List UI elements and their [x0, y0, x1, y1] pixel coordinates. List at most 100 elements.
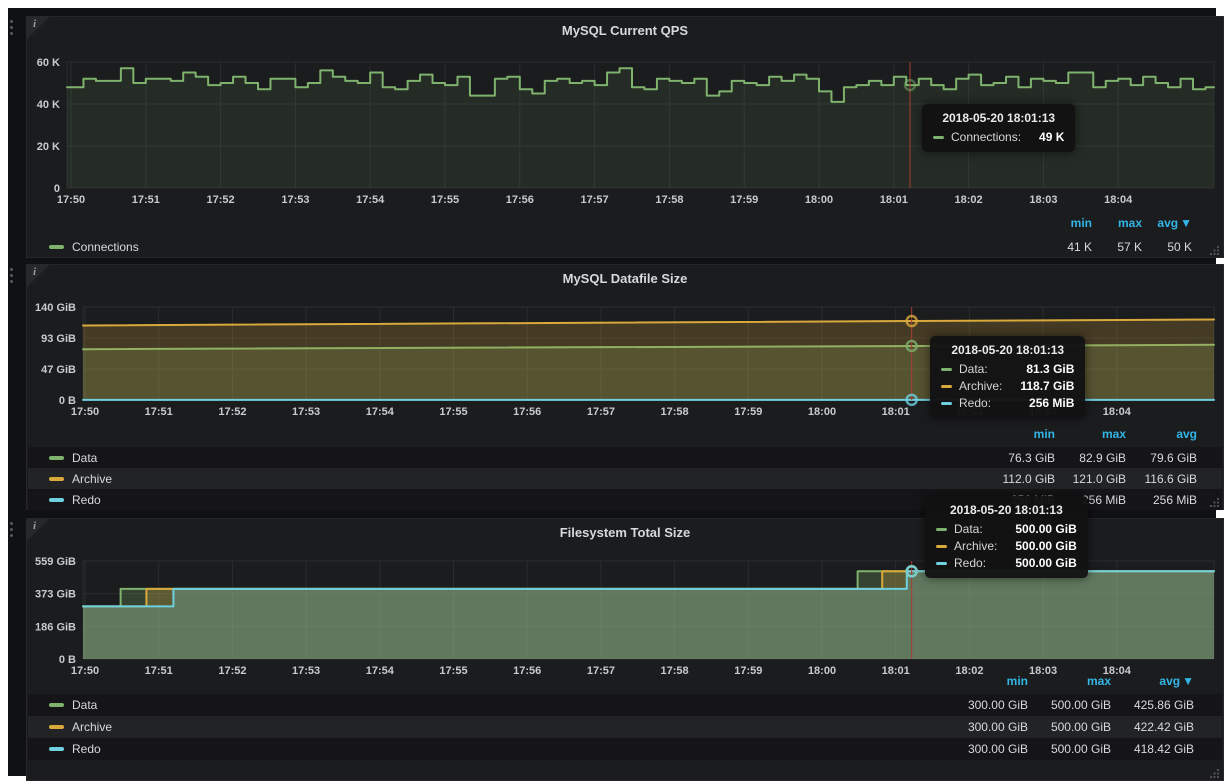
svg-text:17:50: 17:50	[57, 194, 85, 206]
svg-text:17:59: 17:59	[734, 406, 762, 418]
svg-text:17:55: 17:55	[431, 194, 459, 206]
svg-text:373 GiB: 373 GiB	[35, 589, 76, 601]
legend-stat-header-max[interactable]: max	[1028, 674, 1111, 688]
svg-text:17:52: 17:52	[218, 665, 246, 677]
tooltip-timestamp: 2018-05-20 18:01:13	[941, 343, 1074, 357]
tooltip-series-label: Redo:	[959, 396, 991, 410]
legend-stat-header-avg[interactable]: avg▼	[1111, 674, 1194, 688]
crosshair-tooltip-qps: 2018-05-20 18:01:13 Connections:49 K	[922, 104, 1075, 152]
svg-text:17:58: 17:58	[661, 665, 689, 677]
legend-color-dash	[49, 245, 64, 249]
panel-resize-handle[interactable]	[1209, 767, 1220, 778]
svg-text:17:54: 17:54	[366, 406, 395, 418]
legend-series-data[interactable]: Data	[49, 447, 97, 468]
svg-text:18:00: 18:00	[808, 665, 836, 677]
svg-text:17:55: 17:55	[439, 406, 467, 418]
panel-resize-handle[interactable]	[1209, 244, 1220, 255]
sort-caret-icon: ▼	[1180, 216, 1192, 230]
svg-text:40 K: 40 K	[37, 99, 60, 111]
crosshair-tooltip-datafile: 2018-05-20 18:01:13 Data: 81.3 GiB Archive…	[930, 336, 1085, 418]
legend-color-dash	[49, 747, 64, 751]
svg-text:186 GiB: 186 GiB	[35, 621, 76, 633]
svg-text:17:50: 17:50	[71, 406, 99, 418]
svg-text:17:52: 17:52	[207, 194, 235, 206]
svg-text:60 K: 60 K	[37, 57, 60, 69]
svg-text:17:54: 17:54	[366, 665, 395, 677]
panel-drag-handle[interactable]	[10, 20, 13, 35]
legend-series-redo[interactable]: Redo	[49, 489, 101, 510]
legend-stat-header-min[interactable]: min	[984, 427, 1055, 441]
legend-color-dash	[49, 477, 64, 481]
tooltip-series-value: 500.00 GiB	[997, 522, 1076, 536]
tooltip-series-value: 81.3 GiB	[1008, 362, 1074, 376]
svg-text:17:59: 17:59	[734, 665, 762, 677]
legend-color-dash	[49, 703, 64, 707]
svg-text:17:54: 17:54	[356, 194, 385, 206]
legend-stat-header-max[interactable]: max	[1055, 427, 1126, 441]
svg-text:17:58: 17:58	[661, 406, 689, 418]
legend-series-archive[interactable]: Archive	[49, 716, 112, 738]
tooltip-series-row: Data: 81.3 GiB	[941, 362, 1074, 376]
legend-series-redo[interactable]: Redo	[49, 738, 101, 760]
legend-stat-header-avg[interactable]: avg	[1126, 427, 1197, 441]
tooltip-color-dash	[933, 136, 944, 139]
svg-text:17:58: 17:58	[655, 194, 683, 206]
svg-text:18:02: 18:02	[955, 194, 983, 206]
tooltip-color-dash	[936, 562, 947, 565]
legend-color-dash	[49, 725, 64, 729]
tooltip-series-label: Data:	[954, 522, 983, 536]
svg-text:18:03: 18:03	[1029, 194, 1057, 206]
tooltip-series-label: Data:	[959, 362, 988, 376]
svg-text:17:57: 17:57	[587, 665, 615, 677]
panel-title[interactable]: MySQL Datafile Size	[27, 271, 1223, 286]
svg-text:93 GiB: 93 GiB	[41, 333, 76, 345]
svg-text:18:00: 18:00	[808, 406, 836, 418]
svg-text:17:53: 17:53	[292, 406, 320, 418]
tooltip-series-label: Connections:	[951, 130, 1021, 144]
svg-text:18:01: 18:01	[882, 406, 910, 418]
tooltip-series-row: Redo:256 MiB	[941, 396, 1074, 410]
legend-series-label: Redo	[72, 742, 101, 756]
panel-title[interactable]: MySQL Current QPS	[27, 23, 1223, 38]
legend-series-archive[interactable]: Archive	[49, 468, 112, 489]
svg-text:20 K: 20 K	[37, 141, 60, 153]
panel-drag-handle[interactable]	[10, 522, 13, 537]
legend-series-label: Redo	[72, 493, 101, 507]
legend-series-label: Archive	[72, 472, 112, 486]
panel-drag-handle[interactable]	[10, 268, 13, 283]
tooltip-series-value: 500.00 GiB	[997, 556, 1076, 570]
svg-text:17:51: 17:51	[145, 665, 173, 677]
svg-text:18:00: 18:00	[805, 194, 833, 206]
legend-series-connections[interactable]: Connections	[49, 236, 139, 257]
tooltip-series-row: Connections:49 K	[933, 130, 1064, 144]
svg-text:17:55: 17:55	[439, 665, 467, 677]
legend-stat-header-min[interactable]: min	[945, 674, 1028, 688]
svg-text:559 GiB: 559 GiB	[35, 556, 76, 568]
svg-text:17:53: 17:53	[281, 194, 309, 206]
svg-text:17:53: 17:53	[292, 665, 320, 677]
svg-text:17:50: 17:50	[71, 665, 99, 677]
legend-series-label: Data	[72, 698, 97, 712]
legend-color-dash	[49, 456, 64, 460]
svg-text:18:01: 18:01	[880, 194, 908, 206]
svg-text:17:57: 17:57	[581, 194, 609, 206]
tooltip-color-dash	[941, 368, 952, 371]
legend-stat-header-max[interactable]: max	[1092, 216, 1142, 230]
tooltip-timestamp: 2018-05-20 18:01:13	[933, 111, 1064, 125]
svg-text:17:59: 17:59	[730, 194, 758, 206]
svg-text:140 GiB: 140 GiB	[35, 302, 76, 314]
tooltip-series-row: Archive:118.7 GiB	[941, 379, 1074, 393]
tooltip-series-row: Data: 500.00 GiB	[936, 522, 1077, 536]
legend-stat-header-min[interactable]: min	[1042, 216, 1092, 230]
svg-text:17:56: 17:56	[513, 406, 541, 418]
panel-resize-handle[interactable]	[1209, 496, 1220, 507]
svg-text:18:04: 18:04	[1104, 194, 1133, 206]
svg-text:18:01: 18:01	[882, 665, 910, 677]
tooltip-color-dash	[936, 528, 947, 531]
legend-stat-header-avg[interactable]: avg▼	[1142, 216, 1192, 230]
legend-series-data[interactable]: Data	[49, 694, 97, 716]
svg-text:17:57: 17:57	[587, 406, 615, 418]
tooltip-series-value: 49 K	[1021, 130, 1064, 144]
sort-caret-icon: ▼	[1182, 674, 1194, 688]
svg-text:17:51: 17:51	[132, 194, 160, 206]
